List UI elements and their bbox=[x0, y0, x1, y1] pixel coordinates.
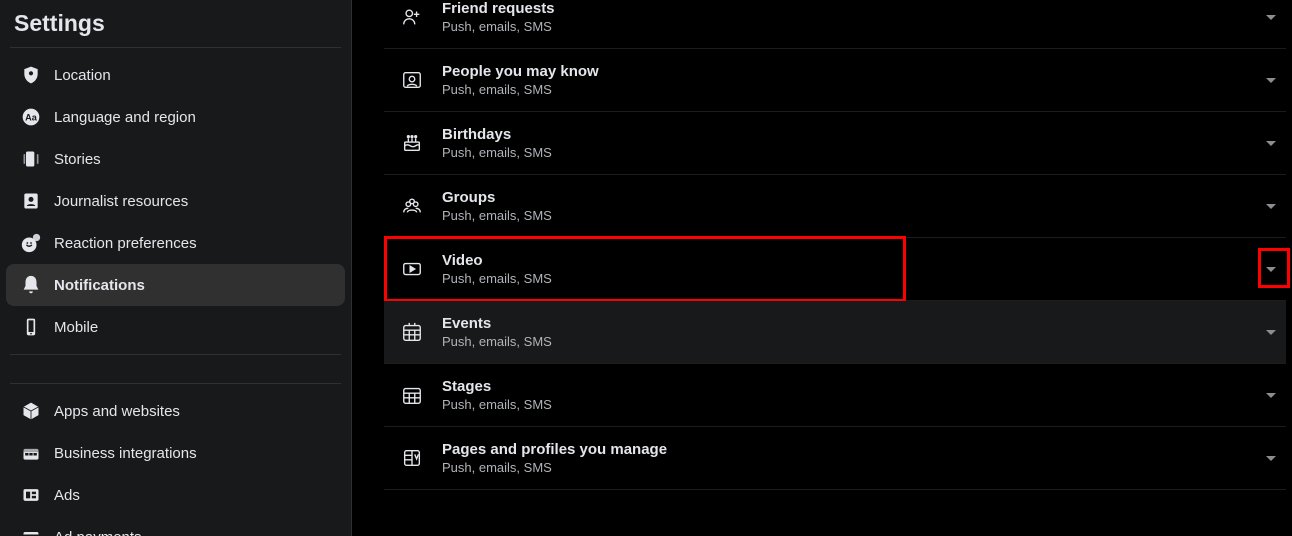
chevron-down-icon[interactable] bbox=[1266, 393, 1276, 398]
row-title: Groups bbox=[442, 189, 552, 206]
birthday-icon bbox=[400, 131, 424, 155]
bell-icon bbox=[20, 274, 42, 296]
people-icon bbox=[400, 68, 424, 92]
row-title: Events bbox=[442, 315, 552, 332]
row-subtitle: Push, emails, SMS bbox=[442, 460, 667, 475]
sidebar-item-apps-and-websites[interactable]: Apps and websites bbox=[6, 390, 345, 432]
row-title: Stages bbox=[442, 378, 552, 395]
sidebar-item-label: Language and region bbox=[54, 109, 196, 126]
settings-sidebar: Settings Location Aa Language and region St… bbox=[0, 0, 352, 536]
sidebar-item-notifications[interactable]: Notifications bbox=[6, 264, 345, 306]
row-title: Video bbox=[442, 252, 552, 269]
sidebar-divider bbox=[10, 47, 341, 48]
notifications-panel: Friend requestsPush, emails, SMSPeople y… bbox=[352, 0, 1292, 536]
sidebar-item-label: Location bbox=[54, 67, 111, 84]
row-title: Friend requests bbox=[442, 0, 555, 17]
stages-icon bbox=[400, 383, 424, 407]
sidebar-item-label: Stories bbox=[54, 151, 101, 168]
sidebar-item-location[interactable]: Location bbox=[6, 54, 345, 96]
row-title: Birthdays bbox=[442, 126, 552, 143]
sidebar-item-label: Notifications bbox=[54, 277, 145, 294]
row-subtitle: Push, emails, SMS bbox=[442, 19, 555, 34]
row-subtitle: Push, emails, SMS bbox=[442, 208, 552, 223]
sidebar-title: Settings bbox=[0, 4, 351, 47]
events-icon bbox=[400, 320, 424, 344]
row-subtitle: Push, emails, SMS bbox=[442, 271, 552, 286]
row-subtitle: Push, emails, SMS bbox=[442, 334, 552, 349]
sidebar-item-business-integrations[interactable]: Business integrations bbox=[6, 432, 345, 474]
notification-row-pages-and-profiles-you-manage[interactable]: Pages and profiles you manage Push, email… bbox=[384, 427, 1286, 490]
video-icon bbox=[400, 257, 424, 281]
business-icon bbox=[20, 442, 42, 464]
notification-row-events[interactable]: Events Push, emails, SMS bbox=[384, 301, 1286, 364]
stories-icon bbox=[20, 148, 42, 170]
friend-request-icon bbox=[400, 5, 424, 29]
sidebar-item-label: Ads bbox=[54, 487, 80, 504]
sidebar-item-label: Ad payments bbox=[54, 529, 142, 536]
row-subtitle: Push, emails, SMS bbox=[442, 82, 599, 97]
sidebar-item-label: Journalist resources bbox=[54, 193, 188, 210]
sidebar-item-journalist-resources[interactable]: Journalist resources bbox=[6, 180, 345, 222]
mobile-icon bbox=[20, 316, 42, 338]
journalist-icon bbox=[20, 190, 42, 212]
location-shield-icon bbox=[20, 64, 42, 86]
chevron-down-icon[interactable] bbox=[1266, 15, 1276, 20]
sidebar-item-stories[interactable]: Stories bbox=[6, 138, 345, 180]
apps-icon bbox=[20, 400, 42, 422]
notification-row-stages[interactable]: Stages Push, emails, SMS bbox=[384, 364, 1286, 427]
row-subtitle: Push, emails, SMS bbox=[442, 145, 552, 160]
sidebar-divider bbox=[10, 383, 341, 384]
svg-text:Aa: Aa bbox=[25, 112, 38, 122]
chevron-down-icon[interactable] bbox=[1266, 141, 1276, 146]
notification-row-video[interactable]: Video Push, emails, SMS bbox=[384, 238, 1286, 301]
sidebar-item-ad-payments[interactable]: Ad payments bbox=[6, 516, 345, 536]
notification-row-groups[interactable]: Groups Push, emails, SMS bbox=[384, 175, 1286, 238]
chevron-down-icon[interactable] bbox=[1266, 78, 1276, 83]
ads-icon bbox=[20, 484, 42, 506]
notification-row-friend-requests[interactable]: Friend requests Push, emails, SMS bbox=[384, 0, 1286, 49]
chevron-down-icon[interactable] bbox=[1266, 330, 1276, 335]
row-title: Pages and profiles you manage bbox=[442, 441, 667, 458]
notification-row-birthdays[interactable]: Birthdays Push, emails, SMS bbox=[384, 112, 1286, 175]
sidebar-item-ads[interactable]: Ads bbox=[6, 474, 345, 516]
row-title: People you may know bbox=[442, 63, 599, 80]
language-icon: Aa bbox=[20, 106, 42, 128]
sidebar-item-label: Mobile bbox=[54, 319, 98, 336]
sidebar-item-label: Business integrations bbox=[54, 445, 197, 462]
notification-row-people-you-may-know[interactable]: People you may know Push, emails, SMS bbox=[384, 49, 1286, 112]
sidebar-item-language-and-region[interactable]: Aa Language and region bbox=[6, 96, 345, 138]
groups-icon bbox=[400, 194, 424, 218]
row-subtitle: Push, emails, SMS bbox=[442, 397, 552, 412]
chevron-down-icon[interactable] bbox=[1266, 267, 1276, 272]
reaction-icon bbox=[20, 232, 42, 254]
sidebar-item-label: Reaction preferences bbox=[54, 235, 197, 252]
sidebar-item-reaction-preferences[interactable]: Reaction preferences bbox=[6, 222, 345, 264]
pages-icon bbox=[400, 446, 424, 470]
chevron-down-icon[interactable] bbox=[1266, 456, 1276, 461]
sidebar-item-label: Apps and websites bbox=[54, 403, 180, 420]
sidebar-item-mobile[interactable]: Mobile bbox=[6, 306, 345, 348]
chevron-down-icon[interactable] bbox=[1266, 204, 1276, 209]
payments-icon bbox=[20, 526, 42, 536]
